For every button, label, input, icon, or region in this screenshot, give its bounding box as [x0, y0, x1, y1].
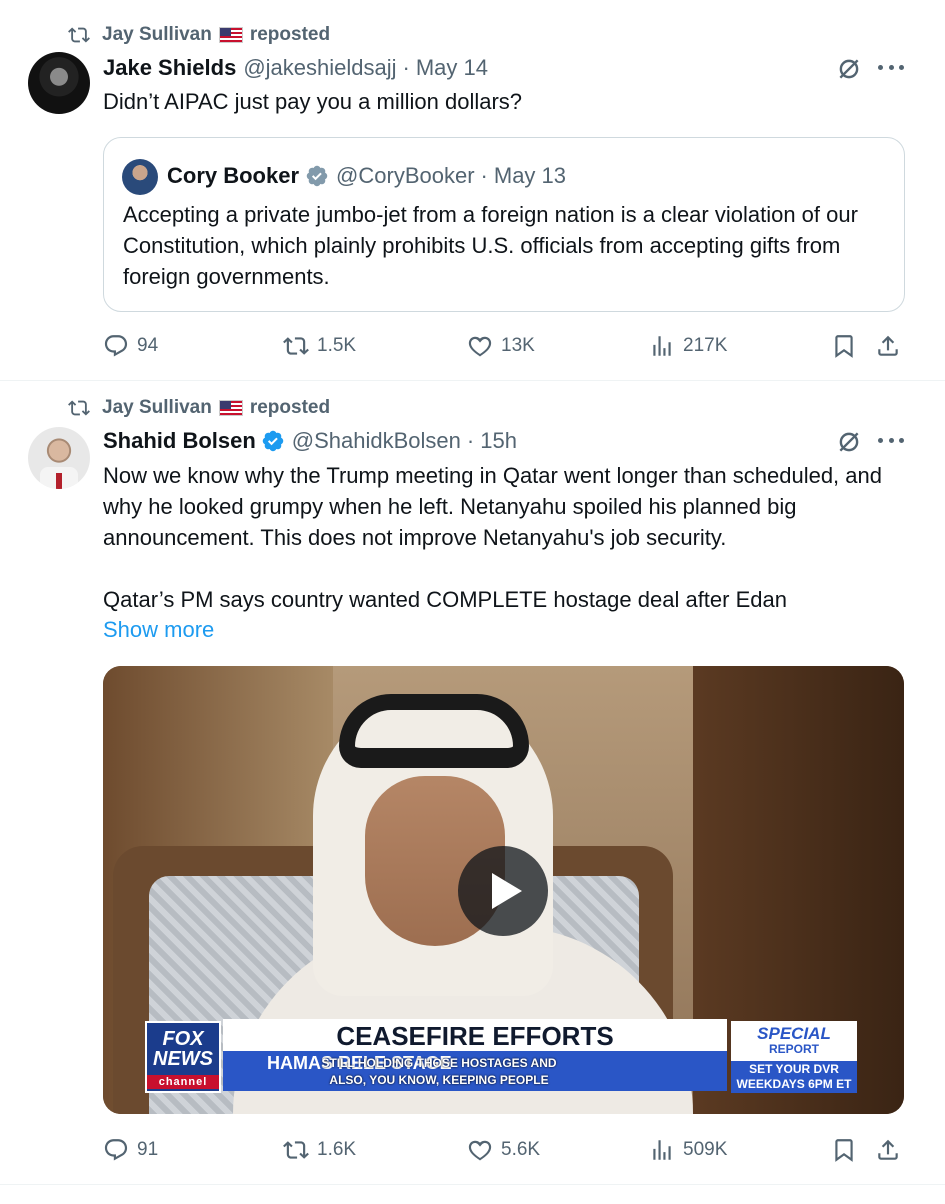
tweet-header: Shahid Bolsen @ShahidkBolsen · 15h	[103, 426, 517, 456]
author-handle[interactable]: @ShahidkBolsen	[292, 428, 461, 454]
like-button[interactable]: 5.6K	[467, 1134, 540, 1166]
reply-icon	[104, 335, 128, 357]
share-button[interactable]	[875, 330, 901, 362]
tweet-text: Now we know why the Trump meeting in Qat…	[103, 463, 882, 550]
repost-user[interactable]: Jay Sullivan	[102, 397, 212, 419]
video-caption: STILL HOLDING THOSE HOSTAGES AND ALSO, Y…	[309, 1055, 569, 1089]
network-logo-line: NEWS	[153, 1048, 213, 1070]
repost-icon	[283, 1141, 309, 1159]
reply-count: 91	[137, 1139, 159, 1160]
tweet-divider	[0, 1184, 945, 1185]
repost-context[interactable]: Jay Sullivan reposted	[66, 22, 330, 48]
bookmark-icon	[835, 335, 853, 358]
repost-icon	[68, 400, 90, 416]
repost-label: reposted	[249, 24, 331, 45]
network-logo-line: FOX	[162, 1028, 204, 1050]
repost-user[interactable]: Jay Sullivan	[102, 24, 212, 46]
repost-icon	[283, 337, 309, 355]
author-name[interactable]: Shahid Bolsen	[103, 428, 256, 454]
views-count: 217K	[683, 335, 728, 356]
quoted-author-handle: @CoryBooker	[336, 163, 475, 188]
show-schedule-line: SET YOUR DVR	[749, 1062, 839, 1076]
author-name[interactable]: Jake Shields	[103, 55, 236, 81]
play-icon[interactable]	[458, 846, 548, 936]
video-caption-line: ALSO, YOU KNOW, KEEPING PEOPLE	[329, 1073, 549, 1087]
share-icon	[878, 335, 898, 356]
share-button[interactable]	[875, 1134, 901, 1166]
show-more-link[interactable]: Show more	[103, 617, 214, 643]
avatar[interactable]	[28, 427, 90, 489]
verified-badge-icon	[262, 430, 284, 452]
like-button[interactable]: 13K	[467, 330, 535, 362]
separator-dot: ·	[480, 163, 488, 188]
repost-icon	[68, 27, 90, 43]
tweet-jake-shields[interactable]: Jay Sullivan reposted Jake Shields @jake…	[0, 0, 945, 380]
avatar	[122, 159, 158, 195]
avatar[interactable]	[28, 52, 90, 114]
like-icon	[468, 1140, 492, 1161]
network-logo: FOX NEWS channel	[145, 1021, 221, 1093]
like-count: 13K	[501, 335, 535, 356]
timestamp[interactable]: May 14	[416, 55, 488, 81]
quoted-author-name: Cory Booker	[167, 163, 300, 188]
show-name: SPECIAL	[757, 1024, 831, 1043]
bookmark-button[interactable]	[831, 1134, 857, 1166]
news-headline: CEASEFIRE EFFORTS	[223, 1019, 727, 1051]
quoted-tweet-header: Cory Booker @CoryBooker · May 13	[167, 160, 566, 192]
bookmark-icon	[835, 1139, 853, 1162]
news-lower-third: FOX NEWS channel CEASEFIRE EFFORTS HAMAS…	[145, 1019, 863, 1095]
tweet-actions: 94 1.5K 13K 217K	[103, 330, 913, 362]
video-person-agal	[339, 694, 529, 768]
network-logo-channel: channel	[147, 1075, 219, 1089]
repost-label: reposted	[249, 397, 331, 418]
reply-button[interactable]: 91	[103, 1134, 158, 1166]
repost-count: 1.6K	[317, 1139, 357, 1160]
views-icon	[653, 1140, 671, 1160]
separator-dot: ·	[402, 55, 410, 80]
video-player[interactable]: FOX NEWS channel CEASEFIRE EFFORTS HAMAS…	[103, 666, 904, 1114]
show-badge: SPECIAL REPORT SET YOUR DVR WEEKDAYS 6PM…	[731, 1021, 857, 1093]
reply-icon	[104, 1139, 128, 1161]
tweet-shahid-bolsen[interactable]: Jay Sullivan reposted Shahid Bolsen @Sha…	[0, 380, 945, 1195]
repost-button[interactable]: 1.5K	[283, 330, 356, 362]
show-name: REPORT	[768, 1042, 819, 1056]
reply-count: 94	[137, 335, 159, 356]
views-button[interactable]: 509K	[649, 1134, 727, 1166]
quoted-tweet[interactable]: Cory Booker @CoryBooker · May 13 Accepti…	[103, 137, 905, 312]
tweet-header: Jake Shields @jakeshieldsajj · May 14	[103, 53, 488, 83]
repost-count: 1.5K	[317, 335, 357, 356]
grok-icon[interactable]	[836, 56, 862, 82]
views-icon	[653, 336, 671, 356]
like-count: 5.6K	[501, 1139, 541, 1160]
author-handle[interactable]: @jakeshieldsajj	[243, 55, 396, 81]
grok-icon[interactable]	[836, 429, 862, 455]
tweet-actions: 91 1.6K 5.6K 509K	[103, 1134, 913, 1166]
timestamp[interactable]: 15h	[480, 428, 517, 454]
views-count: 509K	[683, 1139, 728, 1160]
share-icon	[878, 1139, 898, 1160]
video-caption-line: STILL HOLDING THOSE HOSTAGES AND	[321, 1056, 557, 1070]
repost-button[interactable]: 1.6K	[283, 1134, 356, 1166]
show-schedule: SET YOUR DVR WEEKDAYS 6PM ET	[731, 1061, 857, 1093]
reply-button[interactable]: 94	[103, 330, 158, 362]
bookmark-button[interactable]	[831, 330, 857, 362]
separator-dot: ·	[466, 428, 475, 453]
verified-badge-icon	[306, 165, 328, 187]
more-icon[interactable]	[878, 65, 904, 73]
quoted-tweet-text: Accepting a private jumbo-jet from a for…	[123, 202, 858, 289]
more-icon[interactable]	[878, 438, 904, 446]
repost-context[interactable]: Jay Sullivan reposted	[66, 395, 330, 421]
quoted-timestamp: May 13	[493, 163, 567, 188]
flag-us-icon	[218, 27, 243, 43]
tweet-text: Didn’t AIPAC just pay you a million doll…	[103, 89, 523, 114]
views-button[interactable]: 217K	[649, 330, 727, 362]
show-schedule-line: WEEKDAYS 6PM ET	[736, 1077, 852, 1091]
flag-us-icon	[218, 400, 243, 416]
like-icon	[468, 336, 492, 357]
tweet-text-continued: Qatar’s PM says country wanted COMPLETE …	[103, 587, 787, 612]
